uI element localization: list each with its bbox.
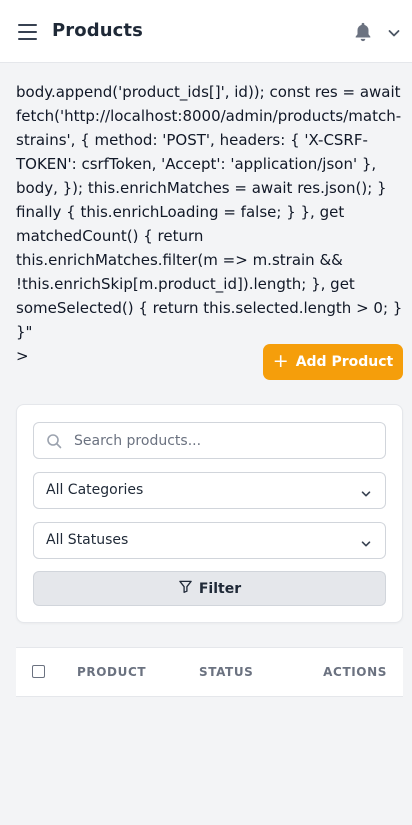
filter-panel: All Categories All Statuses Filter (16, 404, 403, 623)
search-field[interactable] (33, 422, 386, 459)
account-dropdown-chevron-icon[interactable] (387, 25, 401, 39)
funnel-icon (178, 579, 193, 598)
search-input[interactable] (74, 423, 374, 458)
page-title: Products (52, 20, 143, 41)
top-navbar: Products (0, 0, 412, 63)
plus-icon: + (272, 349, 289, 372)
search-icon (46, 433, 62, 449)
column-header-product[interactable]: PRODUCT (77, 665, 146, 679)
chevron-down-icon (360, 535, 372, 547)
column-header-status[interactable]: STATUS (199, 665, 253, 679)
add-product-button[interactable]: + Add Product (263, 344, 403, 380)
leaked-script-text: body.append('product_ids[]', id)); const… (16, 83, 403, 365)
status-select[interactable]: All Statuses (33, 522, 386, 559)
category-select-value: All Categories (46, 482, 144, 498)
hamburger-menu-icon[interactable] (18, 24, 38, 40)
filter-button-label: Filter (198, 580, 242, 597)
select-all-checkbox[interactable] (32, 665, 45, 678)
column-header-actions: ACTIONS (323, 665, 387, 679)
category-select[interactable]: All Categories (33, 472, 386, 509)
add-product-label: Add Product (295, 354, 394, 370)
products-table-header: PRODUCT STATUS ACTIONS (16, 647, 403, 697)
filter-button[interactable]: Filter (33, 571, 386, 606)
bell-icon[interactable] (352, 21, 374, 43)
chevron-down-icon (360, 485, 372, 497)
status-select-value: All Statuses (46, 532, 129, 548)
